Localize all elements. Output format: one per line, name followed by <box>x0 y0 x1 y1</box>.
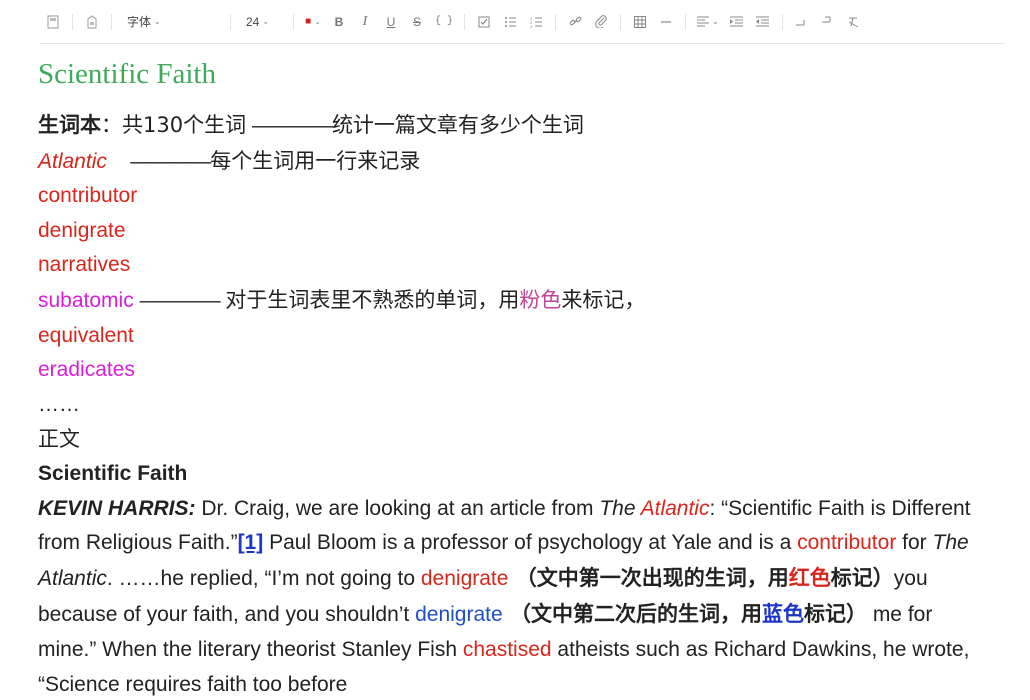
chevron-down-icon: ⌄ <box>712 17 719 26</box>
editor-content[interactable]: Scientific Faith 生词本：共130个生词 ————统计一篇文章有… <box>38 56 993 700</box>
vocab-word: contributor <box>38 184 138 208</box>
code-icon[interactable]: { } <box>435 11 453 33</box>
subscript-icon[interactable] <box>820 11 836 33</box>
vocab-highlight: Atlantic <box>640 496 710 520</box>
vocab-note: 来标记， <box>561 287 646 312</box>
annotation-red-text: 红色 <box>788 566 831 591</box>
body-paragraph[interactable]: KEVIN HARRIS: Dr. Craig, we are looking … <box>38 492 993 700</box>
template-icon[interactable] <box>84 11 100 33</box>
editor-toolbar: 字体 ⌄ 24 ⌄ ■ ⌄ B I U S { } 123 ⌄ <box>40 0 1005 44</box>
superscript-icon[interactable] <box>794 11 810 33</box>
vocab-word: Atlantic <box>38 149 107 173</box>
text-color-button[interactable]: ■ ⌄ <box>305 11 321 33</box>
bold-icon[interactable]: B <box>331 11 347 33</box>
annotation-text: （文中第一次出现的生词，用 <box>508 566 789 591</box>
save-icon[interactable] <box>45 11 61 33</box>
toolbar-divider <box>111 13 112 30</box>
vocab-highlight: contributor <box>797 531 897 555</box>
ellipsis: …… <box>38 392 80 416</box>
attachment-icon[interactable] <box>593 11 609 33</box>
indent-decrease-icon[interactable] <box>755 11 771 33</box>
toolbar-divider <box>230 13 231 30</box>
chevron-down-icon: ⌄ <box>314 17 321 26</box>
vocab-dash: ———— <box>139 288 221 312</box>
text-run: The <box>599 496 641 520</box>
underline-icon[interactable]: U <box>383 11 399 33</box>
vocab-word: denigrate <box>38 218 126 242</box>
font-size-select[interactable]: 24 ⌄ <box>242 11 282 33</box>
checkbox-list-icon[interactable] <box>476 11 492 33</box>
toolbar-divider <box>293 13 294 30</box>
font-family-label: 字体 <box>127 15 152 29</box>
clear-format-icon[interactable] <box>846 11 862 33</box>
align-left-icon[interactable]: ⌄ <box>697 11 719 33</box>
color-square-icon: ■ <box>305 16 312 27</box>
vocab-highlight: chastised <box>462 637 552 661</box>
bullet-list-icon[interactable] <box>502 11 518 33</box>
toolbar-divider <box>72 13 73 30</box>
vocab-note-highlight: 粉色 <box>519 287 562 312</box>
vocab-note: 统计一篇文章有多少个生词 <box>331 113 584 137</box>
vocab-word: subatomic <box>38 288 134 312</box>
text-run: for <box>896 531 933 555</box>
vocab-highlight: denigrate <box>420 567 509 591</box>
vocab-word: eradicates <box>38 358 135 382</box>
numbered-list-icon[interactable]: 123 <box>528 11 544 33</box>
vocab-header-line: 生词本：共130个生词 ————统计一篇文章有多少个生词 <box>38 108 993 144</box>
vocab-dash: ———— <box>251 114 333 137</box>
footnote-link[interactable]: [1] <box>238 531 264 554</box>
link-icon[interactable] <box>567 11 583 33</box>
vocab-note: 每个生词用一行来记录 <box>210 148 421 173</box>
font-size-label: 24 <box>246 14 260 29</box>
font-family-select[interactable]: 字体 ⌄ <box>123 11 219 33</box>
vocab-word-row: Atlantic ————每个生词用一行来记录 <box>38 144 993 180</box>
italic-icon[interactable]: I <box>357 11 373 33</box>
toolbar-divider <box>620 13 622 30</box>
chevron-down-icon: ⌄ <box>154 17 161 26</box>
vocab-repeat-highlight: denigrate <box>415 602 503 626</box>
vocab-word: equivalent <box>38 323 134 347</box>
text-run: Dr. Craig, we are looking at an article … <box>195 496 600 520</box>
document-title[interactable]: Scientific Faith <box>38 56 993 92</box>
annotation-text: （文中第二次后的生词，用 <box>502 601 762 626</box>
horizontal-rule-icon[interactable] <box>658 11 674 33</box>
strikethrough-icon[interactable]: S <box>409 11 425 33</box>
table-icon[interactable] <box>632 11 648 33</box>
vocab-colon: ： <box>101 113 122 137</box>
chevron-down-icon: ⌄ <box>262 17 270 26</box>
body-label: 正文 <box>38 427 80 452</box>
text-run: . ……he replied, “I’m not going to <box>106 567 421 591</box>
vocab-word-row: subatomic ———— 对于生词表里不熟悉的单词，用粉色来标记， <box>38 283 993 319</box>
vocab-count: 共130个生词 <box>122 113 247 137</box>
annotation-blue-text: 蓝色 <box>761 601 804 626</box>
vocab-label: 生词本 <box>38 113 101 137</box>
vocab-note: 对于生词表里不熟悉的单词，用 <box>225 287 520 312</box>
speaker-name: KEVIN HARRIS: <box>38 496 196 520</box>
svg-text:3: 3 <box>530 24 533 28</box>
annotation-text: 标记） <box>830 566 894 591</box>
vocab-word: narratives <box>38 253 131 277</box>
toolbar-divider <box>464 13 466 30</box>
text-run: Paul Bloom is a professor of psychology … <box>263 531 798 555</box>
body-title: Scientific Faith <box>38 461 188 485</box>
toolbar-divider <box>685 13 687 30</box>
vocab-dash: ———— <box>130 149 211 173</box>
toolbar-divider <box>781 13 783 30</box>
indent-increase-icon[interactable] <box>729 11 745 33</box>
toolbar-divider <box>555 13 557 30</box>
annotation-text: 标记） <box>803 601 867 626</box>
